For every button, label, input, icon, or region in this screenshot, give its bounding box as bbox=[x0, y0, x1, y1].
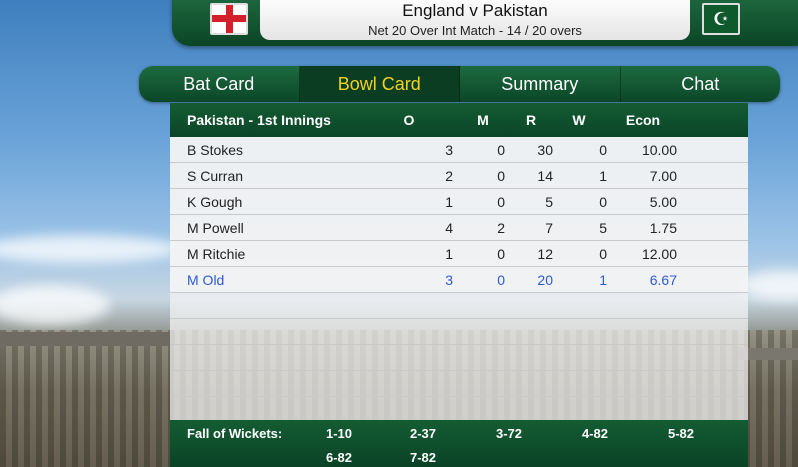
cloud bbox=[0, 285, 110, 325]
empty-row bbox=[170, 371, 748, 397]
runs-value: 7 bbox=[545, 219, 553, 236]
maidens-value: 0 bbox=[497, 245, 505, 262]
runs-value: 20 bbox=[537, 271, 553, 288]
bowler-name: M Powell bbox=[187, 219, 244, 236]
runs-value: 5 bbox=[545, 193, 553, 210]
header-economy: Econ bbox=[625, 112, 661, 128]
economy-value: 12.00 bbox=[641, 245, 677, 262]
table-row[interactable]: K Gough 1 0 5 0 5.00 bbox=[170, 189, 748, 215]
runs-value: 12 bbox=[537, 245, 553, 262]
cloud bbox=[0, 235, 180, 263]
table-row[interactable]: S Curran 2 0 14 1 7.00 bbox=[170, 163, 748, 189]
pakistan-flag-icon: ☪ bbox=[702, 3, 740, 35]
bowler-name: M Ritchie bbox=[187, 245, 246, 262]
scorecard-tabs: Bat Card Bowl Card Summary Chat bbox=[139, 66, 780, 102]
fall-of-wickets-label: Fall of Wickets: bbox=[187, 426, 283, 441]
overs-value: 1 bbox=[445, 193, 453, 210]
maidens-value: 2 bbox=[497, 219, 505, 236]
table-row-current-bowler[interactable]: M Old 3 0 20 1 6.67 bbox=[170, 267, 748, 293]
wicket-entry: 6-82 bbox=[326, 450, 353, 465]
wicket-entry: 1-10 bbox=[326, 426, 353, 441]
maidens-value: 0 bbox=[497, 167, 505, 184]
wickets-value: 5 bbox=[599, 219, 607, 236]
empty-row bbox=[170, 319, 748, 345]
maidens-value: 0 bbox=[497, 271, 505, 288]
wicket-entry: 2-37 bbox=[410, 426, 437, 441]
header-maidens: M bbox=[477, 112, 489, 128]
overs-value: 4 bbox=[445, 219, 453, 236]
wicket-entry: 4-82 bbox=[582, 426, 609, 441]
bowling-card-table: Pakistan - 1st Innings O M R W Econ B St… bbox=[170, 103, 748, 423]
match-title: England v Pakistan bbox=[402, 1, 548, 20]
overs-value: 1 bbox=[445, 245, 453, 262]
wickets-value: 0 bbox=[599, 245, 607, 262]
table-header: Pakistan - 1st Innings O M R W Econ bbox=[170, 103, 748, 137]
wickets-value: 1 bbox=[599, 167, 607, 184]
table-row[interactable]: M Ritchie 1 0 12 0 12.00 bbox=[170, 241, 748, 267]
tab-bat-card[interactable]: Bat Card bbox=[139, 66, 300, 102]
maidens-value: 0 bbox=[497, 193, 505, 210]
economy-value: 6.67 bbox=[649, 271, 677, 288]
runs-value: 30 bbox=[537, 141, 553, 158]
wicket-entry: 5-82 bbox=[668, 426, 695, 441]
empty-row bbox=[170, 293, 748, 319]
header-wickets: W bbox=[572, 112, 586, 128]
table-row[interactable]: B Stokes 3 0 30 0 10.00 bbox=[170, 137, 748, 163]
header-overs: O bbox=[403, 112, 415, 128]
overs-value: 3 bbox=[445, 141, 453, 158]
bowler-name: K Gough bbox=[187, 193, 243, 210]
wicket-entry: 3-72 bbox=[496, 426, 523, 441]
economy-value: 5.00 bbox=[649, 193, 677, 210]
wicket-entry: 7-82 bbox=[410, 450, 437, 465]
tab-summary[interactable]: Summary bbox=[460, 66, 621, 102]
overs-value: 2 bbox=[445, 167, 453, 184]
maidens-value: 0 bbox=[497, 141, 505, 158]
match-subtitle: Net 20 Over Int Match - 14 / 20 overs bbox=[368, 23, 582, 38]
innings-label: Pakistan - 1st Innings bbox=[187, 112, 331, 128]
bowler-name: B Stokes bbox=[187, 141, 244, 158]
economy-value: 7.00 bbox=[649, 167, 677, 184]
england-flag-icon bbox=[210, 3, 248, 35]
tab-chat[interactable]: Chat bbox=[621, 66, 781, 102]
header-runs: R bbox=[525, 112, 537, 128]
economy-value: 1.75 bbox=[649, 219, 677, 236]
table-row[interactable]: M Powell 4 2 7 5 1.75 bbox=[170, 215, 748, 241]
wickets-value: 1 bbox=[599, 271, 607, 288]
wickets-value: 0 bbox=[599, 141, 607, 158]
fall-of-wickets-bar: Fall of Wickets: 1-10 2-37 3-72 4-82 5-8… bbox=[170, 420, 748, 467]
wickets-value: 0 bbox=[599, 193, 607, 210]
stadium-roof bbox=[0, 332, 175, 346]
runs-value: 14 bbox=[537, 167, 553, 184]
overs-value: 3 bbox=[445, 271, 453, 288]
tab-bowl-card[interactable]: Bowl Card bbox=[299, 66, 460, 102]
bowler-name: S Curran bbox=[187, 167, 244, 184]
match-title-box: England v Pakistan Net 20 Over Int Match… bbox=[260, 0, 690, 40]
cloud bbox=[740, 270, 798, 300]
economy-value: 10.00 bbox=[641, 141, 677, 158]
empty-row bbox=[170, 345, 748, 371]
bowler-name: M Old bbox=[187, 271, 225, 288]
